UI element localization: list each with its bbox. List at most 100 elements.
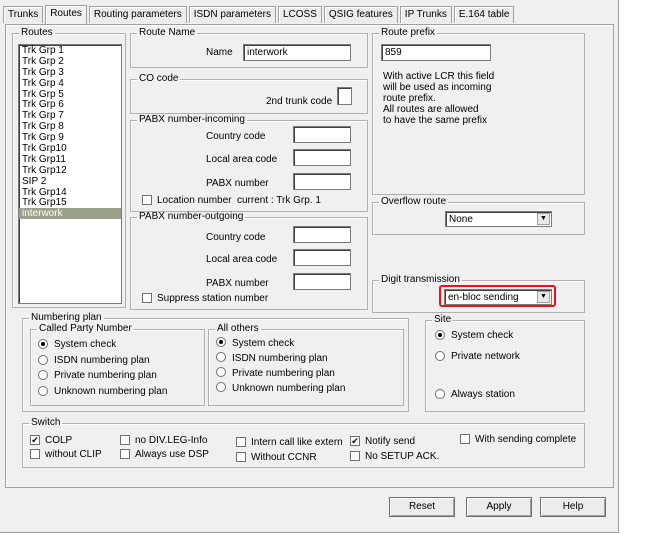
co-code-legend: CO code	[139, 73, 179, 84]
apply-button[interactable]: Apply	[466, 497, 532, 517]
dropdown-arrow-icon[interactable]: ▼	[537, 213, 550, 225]
location-number-checkbox[interactable]	[142, 195, 152, 205]
route-name-legend: Route Name	[139, 27, 196, 38]
route-prefix-note-2: will be used as incoming	[383, 82, 492, 93]
list-item[interactable]: SIP 2	[19, 176, 121, 187]
notify-send-checkbox[interactable]: ✔	[350, 436, 360, 446]
list-item[interactable]: Trk Grp 2	[19, 56, 121, 67]
incoming-country-code-input[interactable]	[293, 126, 351, 143]
help-button[interactable]: Help	[540, 497, 606, 517]
pabx-incoming-legend: PABX number-incoming	[139, 114, 245, 125]
outgoing-country-code-input[interactable]	[293, 226, 351, 243]
list-item[interactable]: Trk Grp 4	[19, 78, 121, 89]
list-item[interactable]: Trk Grp11	[19, 154, 121, 165]
called-system-check-radio[interactable]	[38, 339, 48, 349]
routes-legend: Routes	[21, 27, 53, 38]
colp-label: COLP	[45, 435, 73, 446]
no-setup-ack-label: No SETUP ACK.	[365, 451, 440, 462]
outgoing-local-area-code-input[interactable]	[293, 249, 351, 266]
without-clip-label: without CLIP	[45, 449, 102, 460]
suppress-station-checkbox[interactable]	[142, 293, 152, 303]
others-isdn-label: ISDN numbering plan	[232, 353, 328, 364]
without-clip-checkbox[interactable]	[30, 449, 40, 459]
no-div-leg-info-label: no DIV.LEG-Info	[135, 435, 208, 446]
suppress-station-label: Suppress station number	[157, 293, 269, 304]
site-system-check-radio[interactable]	[435, 330, 445, 340]
tab-lcoss[interactable]: LCOSS	[277, 6, 322, 23]
tab-e164-table[interactable]: E.164 table	[453, 6, 515, 23]
always-use-dsp-checkbox[interactable]	[120, 449, 130, 459]
overflow-route-legend: Overflow route	[381, 196, 447, 207]
list-item[interactable]: Trk Grp10	[19, 143, 121, 154]
route-prefix-input[interactable]: 859	[381, 44, 491, 61]
list-item[interactable]: Trk Grp 8	[19, 121, 121, 132]
list-item[interactable]: Trk Grp 7	[19, 110, 121, 121]
overflow-route-select[interactable]: None ▼	[445, 211, 552, 227]
location-current-label: current : Trk Grp. 1	[237, 195, 321, 206]
called-isdn-radio[interactable]	[38, 355, 48, 365]
others-private-radio[interactable]	[216, 367, 226, 377]
notify-send-label: Notify send	[365, 436, 416, 447]
others-isdn-radio[interactable]	[216, 352, 226, 362]
called-private-radio[interactable]	[38, 370, 48, 380]
incoming-pabx-number-input[interactable]	[293, 173, 351, 190]
digit-transmission-value: en-bloc sending	[448, 292, 519, 303]
list-item[interactable]: Trk Grp 5	[19, 89, 121, 100]
second-trunk-code-input[interactable]	[337, 87, 352, 105]
others-unknown-label: Unknown numbering plan	[232, 383, 346, 394]
routes-list[interactable]: Trk Grp 1 Trk Grp 2 Trk Grp 3 Trk Grp 4 Trk …	[18, 44, 122, 304]
without-ccnr-checkbox[interactable]	[236, 452, 246, 462]
called-party-legend: Called Party Number	[39, 323, 132, 334]
second-trunk-code-label: 2nd trunk code	[266, 96, 333, 107]
others-unknown-radio[interactable]	[216, 382, 226, 392]
tab-routes[interactable]: Routes	[45, 5, 87, 24]
co-code-group: CO code	[130, 74, 368, 114]
no-setup-ack-checkbox[interactable]	[350, 451, 360, 461]
route-prefix-note-5: to have the same prefix	[383, 115, 487, 126]
sending-complete-checkbox[interactable]	[460, 434, 470, 444]
site-always-station-radio[interactable]	[435, 389, 445, 399]
route-name-label: Name	[206, 47, 233, 58]
site-private-network-radio[interactable]	[435, 351, 445, 361]
overflow-route-value: None	[449, 214, 473, 225]
site-always-station-label: Always station	[451, 389, 515, 400]
no-div-leg-info-checkbox[interactable]	[120, 435, 130, 445]
others-private-label: Private numbering plan	[232, 368, 335, 379]
tab-ip-trunks[interactable]: IP Trunks	[399, 6, 452, 23]
tab-routing-parameters[interactable]: Routing parameters	[88, 6, 187, 23]
list-item[interactable]: Trk Grp 1	[19, 45, 121, 56]
colp-checkbox[interactable]: ✔	[30, 435, 40, 445]
site-legend: Site	[434, 314, 452, 325]
route-name-input[interactable]: interwork	[243, 44, 351, 61]
others-system-check-radio[interactable]	[216, 337, 226, 347]
called-unknown-label: Unknown numbering plan	[54, 386, 168, 397]
site-system-check-label: System check	[451, 330, 514, 341]
tab-trunks[interactable]: Trunks	[3, 6, 44, 23]
outgoing-local-area-code-label: Local area code	[206, 254, 278, 265]
list-item[interactable]: interwork	[19, 208, 121, 219]
tab-qsig-features[interactable]: QSIG features	[323, 6, 398, 23]
called-private-label: Private numbering plan	[54, 370, 157, 381]
called-unknown-radio[interactable]	[38, 386, 48, 396]
route-prefix-note-4: All routes are allowed	[383, 104, 479, 115]
digit-transmission-select[interactable]: en-bloc sending ▼	[444, 289, 552, 305]
incoming-local-area-code-input[interactable]	[293, 149, 351, 166]
always-use-dsp-label: Always use DSP	[135, 449, 209, 460]
dropdown-arrow-icon[interactable]: ▼	[537, 291, 550, 303]
tab-isdn-parameters[interactable]: ISDN parameters	[188, 6, 276, 23]
list-item[interactable]: Trk Grp12	[19, 165, 121, 176]
list-item[interactable]: Trk Grp15	[19, 197, 121, 209]
list-item[interactable]: Trk Grp 3	[19, 67, 121, 78]
route-prefix-note-3: route prefix.	[383, 93, 436, 104]
list-item[interactable]: Trk Grp14	[19, 187, 121, 198]
list-item[interactable]: Trk Grp 9	[19, 132, 121, 143]
route-prefix-legend: Route prefix	[381, 27, 435, 38]
digit-transmission-legend: Digit transmission	[381, 274, 460, 285]
outgoing-pabx-number-input[interactable]	[293, 273, 351, 290]
intern-call-checkbox[interactable]	[236, 437, 246, 447]
called-system-check-label: System check	[54, 339, 117, 350]
list-item[interactable]: Trk Grp 6	[19, 99, 121, 111]
reset-button[interactable]: Reset	[389, 497, 455, 517]
outgoing-country-code-label: Country code	[206, 232, 266, 243]
tab-bar: Trunks Routes Routing parameters ISDN pa…	[3, 5, 516, 24]
